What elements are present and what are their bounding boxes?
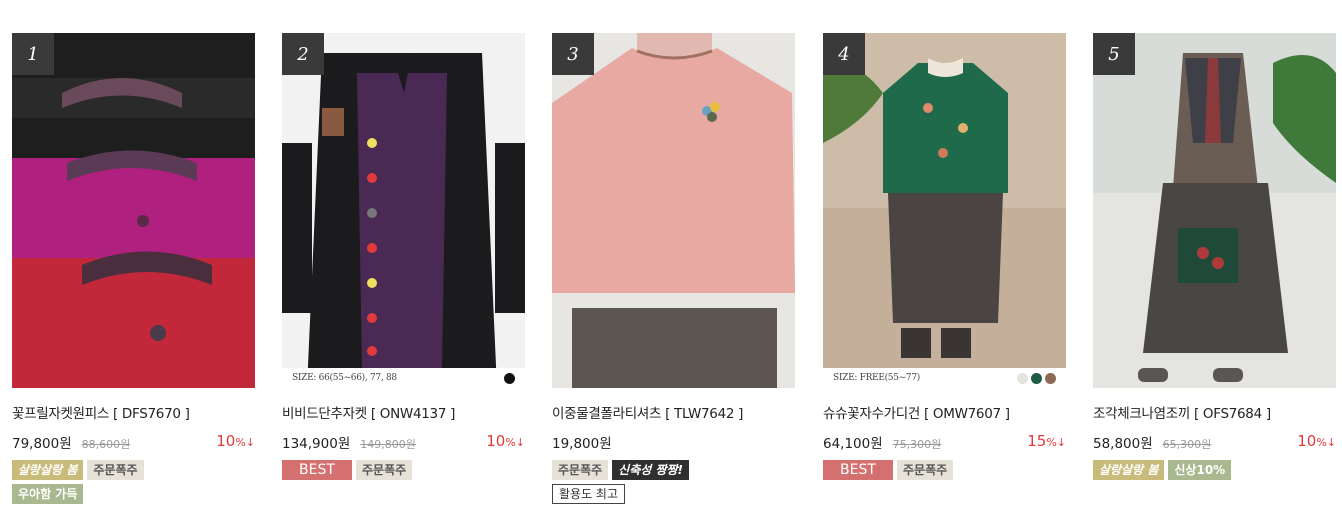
discount-value: 10 — [216, 432, 236, 450]
sale-price: 134,900원 — [282, 436, 351, 452]
price-row: 64,100원 75,300원 15%↓ — [823, 432, 1066, 452]
sale-price: 79,800원 — [12, 436, 72, 452]
discount-value: 10 — [1297, 432, 1317, 450]
discount-rate: 10%↓ — [216, 432, 255, 450]
product-photo — [823, 33, 1066, 388]
badge: 주문폭주 — [356, 460, 413, 480]
sale-price: 19,800원 — [552, 436, 612, 452]
sale-price: 64,100원 — [823, 436, 883, 452]
badge: 살랑살랑 봄 — [12, 460, 84, 480]
badge-list: 주문폭주 신축성 짱짱! 활용도 최고 — [552, 460, 732, 504]
discount-rate: 15%↓ — [1027, 432, 1066, 450]
product-card: 1 꽃프릴자켓원피스 [ DFS7670 ] 79,800원 88,600원 1… — [12, 33, 255, 504]
discount-value: 10 — [486, 432, 506, 450]
original-price: 65,300원 — [1162, 438, 1212, 451]
badge: 신축성 짱짱! — [612, 460, 690, 480]
color-swatches — [504, 372, 515, 384]
badge: BEST — [282, 460, 352, 480]
product-card: 5 조각체크나염조끼 [ OFS7684 ] 58,800원 65,300원 1… — [1093, 33, 1336, 480]
product-photo — [12, 33, 255, 388]
product-name[interactable]: 이중물결폴라티셔츠 [ TLW7642 ] — [552, 402, 795, 422]
size-info: SIZE: 66(55~66), 77, 88 — [282, 368, 525, 388]
badge: 주문폭주 — [897, 460, 954, 480]
badge: 살랑살랑 봄 — [1093, 460, 1165, 480]
discount-unit: %↓ — [1316, 436, 1336, 449]
badge-list: BEST 주문폭주 — [282, 460, 462, 480]
discount-unit: %↓ — [505, 436, 525, 449]
rank-badge: 2 — [282, 33, 324, 75]
discount-rate: 10%↓ — [1297, 432, 1336, 450]
badge: 주문폭주 — [87, 460, 144, 480]
sale-price: 58,800원 — [1093, 436, 1153, 452]
product-card: 4 SIZE: FREE(55~77) 슈슈꽃자수가디건 [ OMW7607 ]… — [823, 33, 1066, 480]
badge: 활용도 최고 — [552, 484, 626, 504]
original-price: 75,300원 — [892, 438, 942, 451]
product-image[interactable]: 1 — [12, 33, 255, 388]
product-photo — [552, 33, 795, 388]
original-price: 149,800원 — [360, 438, 416, 451]
badge-list: 살랑살랑 봄 주문폭주 우아함 가득 — [12, 460, 192, 504]
rank-badge: 3 — [552, 33, 594, 75]
price-row: 134,900원 149,800원 10%↓ — [282, 432, 525, 452]
price-row: 19,800원 — [552, 432, 795, 452]
badge: 주문폭주 — [552, 460, 609, 480]
product-photo — [282, 33, 525, 388]
price-row: 58,800원 65,300원 10%↓ — [1093, 432, 1336, 452]
rank-badge: 5 — [1093, 33, 1135, 75]
rank-badge: 1 — [12, 33, 54, 75]
product-photo — [1093, 33, 1336, 388]
price-row: 79,800원 88,600원 10%↓ — [12, 432, 255, 452]
size-info: SIZE: FREE(55~77) — [823, 368, 1066, 388]
color-swatch[interactable] — [504, 372, 515, 384]
badge: BEST — [823, 460, 893, 480]
product-image[interactable]: 3 — [552, 33, 795, 388]
color-swatch[interactable] — [1031, 372, 1042, 384]
product-image[interactable]: 4 SIZE: FREE(55~77) — [823, 33, 1066, 388]
badge-list: BEST 주문폭주 — [823, 460, 1003, 480]
original-price: 88,600원 — [81, 438, 131, 451]
color-swatches — [1017, 372, 1056, 384]
product-name[interactable]: 조각체크나염조끼 [ OFS7684 ] — [1093, 402, 1336, 422]
size-text: SIZE: 66(55~66), 77, 88 — [292, 373, 397, 383]
product-name[interactable]: 비비드단추자켓 [ ONW4137 ] — [282, 402, 525, 422]
discount-unit: %↓ — [1046, 436, 1066, 449]
color-swatch[interactable] — [1017, 372, 1028, 384]
discount-value: 15 — [1027, 432, 1047, 450]
product-card: 3 이중물결폴라티셔츠 [ TLW7642 ] 19,800원 주문폭주 신축성… — [552, 33, 795, 504]
rank-badge: 4 — [823, 33, 865, 75]
size-text: SIZE: FREE(55~77) — [833, 373, 920, 383]
product-name[interactable]: 꽃프릴자켓원피스 [ DFS7670 ] — [12, 402, 255, 422]
badge: 신상10% — [1168, 460, 1232, 480]
product-image[interactable]: 2 SIZE: 66(55~66), 77, 88 — [282, 33, 525, 388]
product-image[interactable]: 5 — [1093, 33, 1336, 388]
product-name[interactable]: 슈슈꽃자수가디건 [ OMW7607 ] — [823, 402, 1066, 422]
badge-list: 살랑살랑 봄 신상10% — [1093, 460, 1273, 480]
color-swatch[interactable] — [1045, 372, 1056, 384]
discount-unit: %↓ — [235, 436, 255, 449]
badge: 우아함 가득 — [12, 484, 84, 504]
discount-rate: 10%↓ — [486, 432, 525, 450]
product-card: 2 SIZE: 66(55~66), 77, 88 비비드단추자켓 [ ONW4… — [282, 33, 525, 480]
